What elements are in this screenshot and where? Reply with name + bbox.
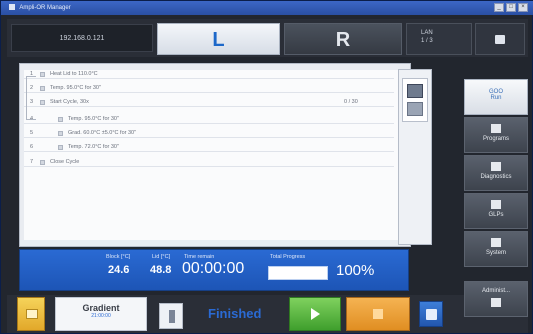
nav-diagnostics[interactable]: Diagnostics (464, 155, 528, 191)
glps-icon (491, 200, 501, 209)
lid-button[interactable] (159, 303, 183, 329)
nav-label: Administ... (481, 288, 510, 294)
step-number: 5 (30, 130, 34, 136)
step-icon (40, 72, 45, 77)
step-text: Temp. 95.0°C for 30" (50, 85, 101, 91)
play-icon (310, 308, 320, 320)
scrollbar-thumb[interactable] (402, 78, 428, 122)
device-ip: 192.168.0.121 (11, 24, 153, 52)
lan-label: LAN (421, 30, 433, 36)
save-icon (425, 308, 437, 320)
lid-icon (169, 310, 175, 323)
nav-label: GLPs (488, 212, 504, 218)
step-icon (40, 100, 45, 105)
block-temp-value: 24.6 (108, 264, 130, 276)
app-window: Ampli-OR Manager _ □ × 192.168.0.121 L R… (0, 0, 533, 334)
step-icon (58, 131, 63, 136)
user-icon (491, 298, 501, 307)
window-controls: _ □ × (494, 3, 528, 12)
program-name: Gradient (82, 303, 120, 313)
tab-right-block[interactable]: R (284, 23, 402, 55)
step-row[interactable]: 3 Start Cycle, 30x 0 / 30 (24, 98, 394, 107)
step-text: Temp. 95.0°C for 30" (68, 116, 119, 122)
lid-temp-label: Lid [°C] (152, 254, 171, 260)
tab-left-block[interactable]: L (157, 23, 280, 55)
step-row[interactable]: 6 Temp. 72.0°C for 30" (24, 143, 394, 152)
stop-run-button[interactable] (346, 297, 410, 331)
nav-programs[interactable]: Programs (464, 117, 528, 153)
step-icon (58, 117, 63, 122)
total-progress-label: Total Progress (270, 254, 306, 260)
step-number: 7 (30, 159, 34, 165)
grip-icon (407, 102, 423, 116)
run-state: Finished (208, 306, 262, 321)
protocol-scrollbar[interactable] (398, 69, 432, 245)
nav-system[interactable]: System (464, 231, 528, 267)
program-duration: 21:00:00 (91, 313, 111, 319)
nav-label: Diagnostics (480, 174, 512, 180)
block-temp-label: Block [°C] (106, 254, 131, 260)
protocol-steps: 1 Heat Lid to 110.0°C 2 Temp. 95.0°C for… (24, 70, 399, 240)
folder-icon (26, 309, 38, 319)
lan-count: 1 / 3 (421, 38, 433, 44)
nav-run[interactable]: GOO Run (464, 79, 528, 115)
time-remain-value: 00:00:00 (182, 260, 245, 277)
diagnostics-icon (491, 162, 501, 171)
protocol-panel: 1 Heat Lid to 110.0°C 2 Temp. 95.0°C for… (19, 63, 411, 247)
stop-icon (373, 309, 383, 319)
programs-icon (491, 124, 501, 133)
step-row[interactable]: 2 Temp. 95.0°C for 30" (24, 84, 394, 93)
step-icon (58, 145, 63, 150)
step-text: Heat Lid to 110.0°C (50, 71, 98, 77)
step-icon (40, 160, 45, 165)
progress-percent: 100% (336, 262, 375, 279)
close-button[interactable]: × (518, 3, 528, 12)
lan-status[interactable]: LAN 1 / 3 (406, 23, 472, 55)
minimize-button[interactable]: _ (494, 3, 504, 12)
progress-fill (269, 267, 327, 279)
total-progress-bar (268, 266, 328, 280)
start-run-button[interactable] (289, 297, 341, 331)
nav-label: Run (490, 95, 502, 101)
run-status-bar: Block [°C] 24.6 Lid [°C] 48.8 Time remai… (19, 249, 409, 291)
nav-label: Programs (482, 136, 509, 142)
step-row[interactable]: 1 Heat Lid to 110.0°C (24, 70, 394, 79)
help-button[interactable] (475, 23, 525, 55)
lid-temp-value: 48.8 (150, 264, 172, 276)
step-row[interactable]: 4 Temp. 95.0°C for 30" (24, 115, 394, 124)
nav-label-top: GOO (488, 89, 503, 95)
nav-administration[interactable]: Administ... (464, 281, 528, 317)
step-text: Grad. 60.0°C ±5.0°C for 30" (68, 130, 137, 136)
program-name-box[interactable]: Gradient 21:00:00 (55, 297, 147, 331)
window-title: Ampli-OR Manager (19, 5, 71, 11)
app-icon (9, 4, 15, 11)
help-icon (495, 34, 505, 44)
step-number: 6 (30, 144, 34, 150)
step-row[interactable]: 5 Grad. 60.0°C ±5.0°C for 30" (24, 129, 394, 138)
cycle-bracket (26, 76, 36, 120)
step-icon (40, 86, 45, 91)
title-bar: Ampli-OR Manager _ □ × (1, 1, 533, 15)
step-text: Close Cycle (50, 159, 80, 165)
save-button[interactable] (419, 301, 443, 327)
step-text: Start Cycle, 30x (50, 99, 89, 105)
top-bar: 192.168.0.121 L R LAN 1 / 3 (7, 19, 528, 57)
system-icon (491, 238, 501, 247)
nav-glps[interactable]: GLPs (464, 193, 528, 229)
step-row[interactable]: 7 Close Cycle (24, 158, 394, 167)
cycle-counter: 0 / 30 (344, 99, 358, 105)
step-text: Temp. 72.0°C for 30" (68, 144, 119, 150)
nav-label: System (485, 250, 506, 256)
open-folder-button[interactable] (17, 297, 45, 331)
grip-icon (407, 84, 423, 98)
maximize-button[interactable]: □ (506, 3, 516, 12)
